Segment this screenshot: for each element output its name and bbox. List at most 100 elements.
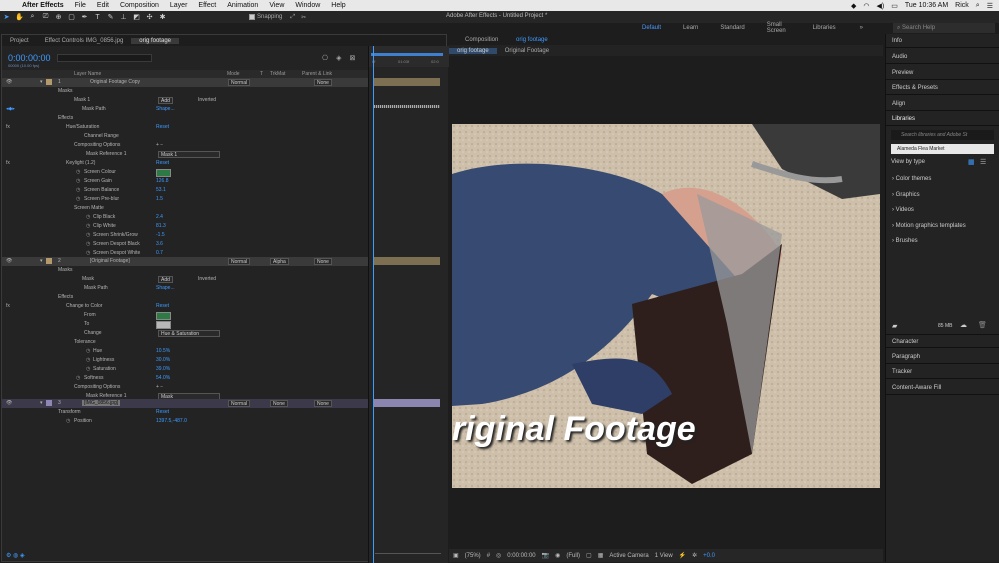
battery-icon[interactable]: ▭ [891, 2, 898, 10]
volume-icon[interactable]: ◀) [877, 2, 885, 10]
menu-composition[interactable]: Composition [120, 2, 159, 9]
twirl-down-icon[interactable]: ▾ [40, 258, 43, 264]
trkmat-dropdown[interactable]: None [270, 400, 288, 407]
fx-toggle-icon[interactable]: fx [6, 160, 10, 166]
twirl-down-icon[interactable]: ▾ [40, 79, 43, 85]
parent-dropdown[interactable]: None [314, 258, 332, 265]
menu-file[interactable]: File [75, 2, 86, 9]
snapshot-icon[interactable]: 📷 [542, 552, 549, 559]
reset-link[interactable]: Reset [156, 409, 169, 415]
stopwatch-icon[interactable]: ◷ [76, 196, 80, 202]
visibility-eye-icon[interactable]: 👁 [6, 79, 12, 85]
stopwatch-icon[interactable]: ◷ [86, 214, 90, 220]
section-color-themes[interactable]: › Color themes [892, 176, 931, 182]
tab-composition[interactable]: Composition orig footage [449, 37, 564, 43]
workspace-more-icon[interactable]: » [860, 25, 863, 31]
menu-animation[interactable]: Animation [227, 2, 258, 9]
stopwatch-icon[interactable]: ◷ [76, 187, 80, 193]
snap-options-icon[interactable]: ⤢ [290, 14, 295, 21]
mask-visibility-icon[interactable]: ◎ [496, 552, 501, 559]
exposure-value[interactable]: +0.0 [703, 553, 715, 559]
col-layer-name[interactable]: Layer Name [74, 71, 101, 77]
panel-libraries[interactable]: Libraries [886, 112, 999, 126]
grid-icon[interactable]: # [487, 553, 490, 559]
mask-name[interactable]: Mask 1 [74, 97, 90, 103]
effects-group[interactable]: Effects [58, 115, 73, 121]
clone-stamp-tool-icon[interactable]: ⊥ [117, 13, 130, 21]
mask-path-keyframes[interactable] [374, 105, 440, 108]
transparency-grid-icon[interactable]: ▦ [598, 552, 604, 559]
label-color-swatch[interactable] [46, 258, 52, 264]
timeline-graph[interactable]: 0f 01:03f 02:0 [368, 46, 449, 563]
dropbox-icon[interactable]: ◆ [851, 2, 856, 10]
transform-group[interactable]: Transform [58, 409, 81, 415]
menu-help[interactable]: Help [331, 2, 345, 9]
position-value[interactable]: 1397.5,-487.0 [156, 418, 187, 424]
stopwatch-icon[interactable]: ◷ [86, 250, 90, 256]
type-tool-icon[interactable]: T [91, 14, 104, 21]
mask-path-value[interactable]: Shape... [156, 106, 175, 112]
work-area-bar[interactable] [371, 53, 443, 56]
layer-search-input[interactable] [57, 54, 152, 62]
graph-editor-icon[interactable]: ⊠ [350, 54, 356, 62]
panel-preview[interactable]: Preview [886, 66, 999, 80]
camera-dropdown[interactable]: Active Camera [609, 553, 648, 559]
lightness-value[interactable]: 30.0% [156, 357, 170, 363]
layer-2-bar[interactable] [374, 257, 440, 265]
add-remove-icon[interactable]: + − [156, 384, 163, 390]
label-color-swatch[interactable] [46, 400, 52, 406]
mask-inverted-label[interactable]: Inverted [198, 276, 216, 282]
view-layout-dropdown[interactable]: 1 View [655, 553, 673, 559]
screen-shrink-value[interactable]: -1.5 [156, 232, 165, 238]
menu-effect[interactable]: Effect [198, 2, 216, 9]
stopwatch-icon[interactable]: ◷ [86, 357, 90, 363]
mode-dropdown[interactable]: Normal [228, 400, 251, 407]
from-color-swatch[interactable] [156, 312, 171, 320]
stopwatch-icon[interactable]: ◷ [76, 169, 80, 175]
layer-name[interactable]: [IMG_0856.jpg] [82, 400, 121, 406]
menu-app[interactable]: After Effects [22, 2, 64, 9]
draft-3d-icon[interactable]: ◈ [336, 54, 341, 62]
timeline-toggle-icons[interactable]: ⚙ ◍ ◈ [6, 552, 25, 559]
viewer-time[interactable]: 0:00:00:00 [507, 553, 535, 559]
mode-dropdown[interactable]: Normal [228, 258, 251, 265]
puppet-tool-icon[interactable]: ✱ [156, 13, 169, 21]
stopwatch-icon[interactable]: ◷ [76, 375, 80, 381]
show-channel-icon[interactable]: ◉ [555, 552, 560, 559]
eraser-tool-icon[interactable]: ◩ [130, 13, 143, 21]
screen-balance-value[interactable]: 53.1 [156, 187, 166, 193]
panel-effects-presets[interactable]: Effects & Presets [886, 81, 999, 95]
selection-tool-icon[interactable]: ➤ [0, 13, 13, 21]
mask-path-value[interactable]: Shape... [156, 285, 175, 291]
zoom-tool-icon[interactable]: ⌕ [26, 13, 39, 21]
layer-row-3[interactable]: 👁 ▾ 3 [IMG_0856.jpg] Normal None None [2, 399, 368, 408]
view-by-type-dropdown[interactable]: View by type [891, 159, 925, 165]
always-preview-icon[interactable]: ▣ [453, 552, 459, 559]
stopwatch-icon[interactable]: ◷ [66, 418, 70, 424]
effect-hue-saturation[interactable]: Hue/Saturation [66, 124, 99, 130]
screen-gain-value[interactable]: 126.8 [156, 178, 169, 184]
clip-white-value[interactable]: 81.3 [156, 223, 166, 229]
workspace-standard[interactable]: Standard [720, 25, 744, 31]
folder-icon[interactable]: ▰ [892, 322, 897, 330]
stopwatch-icon[interactable]: ◷ [86, 232, 90, 238]
trkmat-dropdown[interactable]: Alpha [270, 258, 289, 265]
compositing-options[interactable]: Compositing Options [74, 142, 120, 148]
comp-flowchart-icon[interactable]: ⎔ [322, 54, 328, 62]
despot-black-value[interactable]: 3.6 [156, 241, 163, 247]
effects-group[interactable]: Effects [58, 294, 73, 300]
menu-clock[interactable]: Tue 10:36 AM [905, 2, 948, 9]
layer-name[interactable]: [Original Footage] [90, 258, 130, 264]
time-ruler[interactable]: 0f 01:03f 02:0 [369, 46, 449, 67]
composition-frame[interactable]: riginal Footage [452, 124, 880, 488]
zoom-slider[interactable] [375, 553, 441, 557]
mask-inverted-label[interactable]: Inverted [198, 97, 216, 103]
label-color-swatch[interactable] [46, 79, 52, 85]
layer-name[interactable]: Original Footage Copy [90, 79, 140, 85]
section-mogrt[interactable]: › Motion graphics templates [892, 223, 966, 229]
fast-preview-icon[interactable]: ⚡ [679, 552, 686, 559]
menu-window[interactable]: Window [295, 2, 320, 9]
current-time-display[interactable]: 0:00:00:00 [8, 53, 51, 63]
hue-value[interactable]: 10.5% [156, 348, 170, 354]
fx-toggle-icon[interactable]: fx [6, 303, 10, 309]
